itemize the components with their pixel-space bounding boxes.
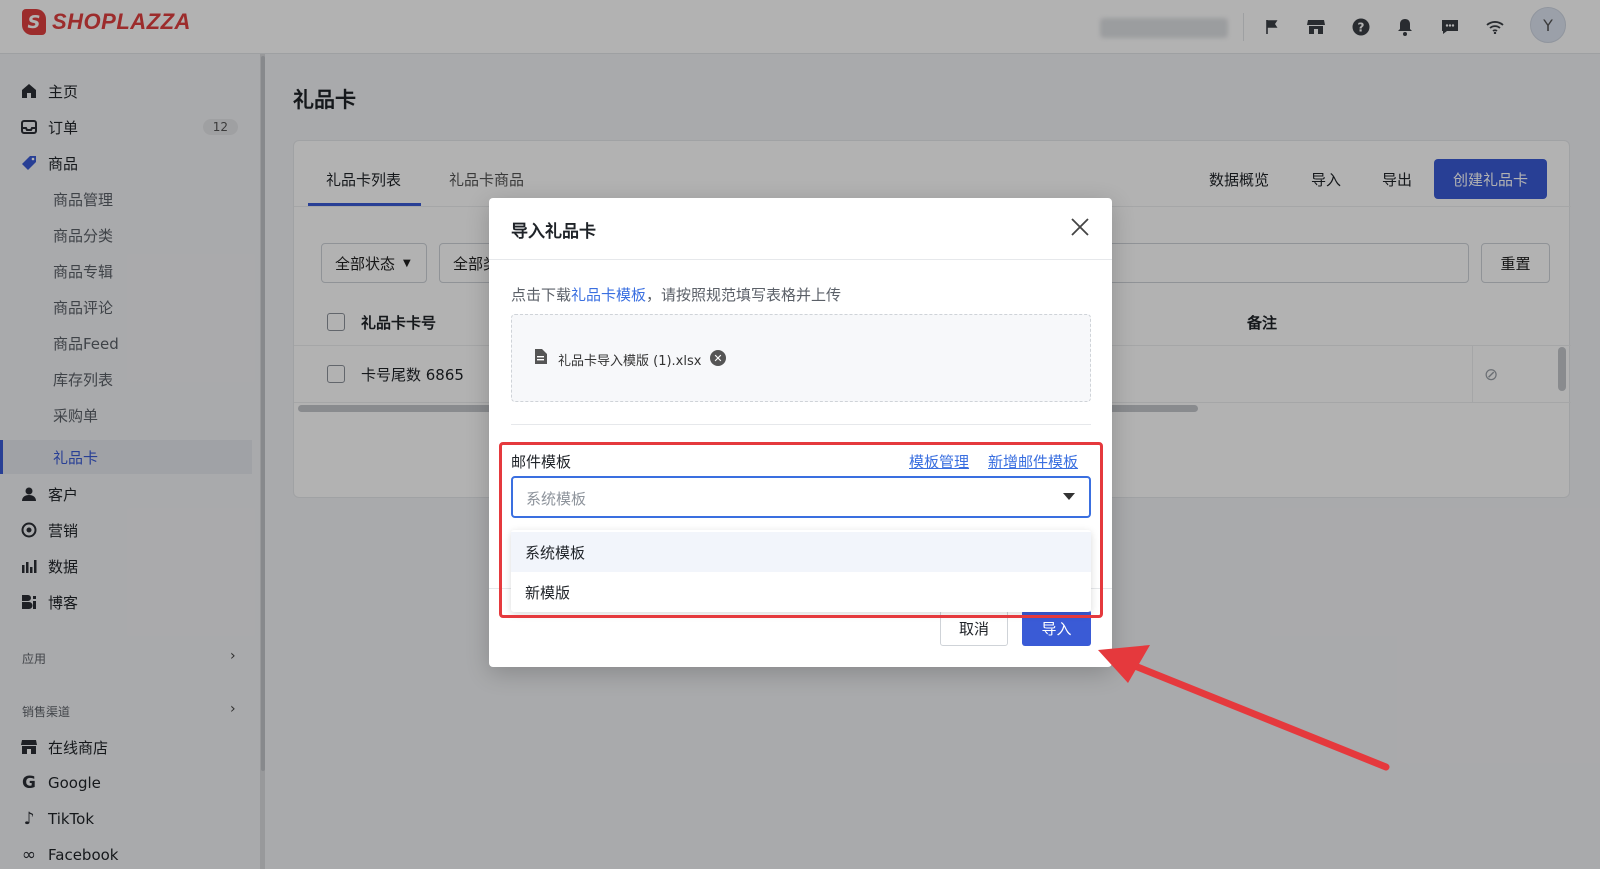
close-icon[interactable] xyxy=(1066,213,1094,241)
annotation-highlight-box xyxy=(499,442,1103,618)
hint-suffix: ，请按照规范填写表格并上传 xyxy=(646,286,842,304)
file-upload-dropzone[interactable]: 礼品卡导入模版 (1).xlsx ✕ xyxy=(511,314,1091,402)
download-hint: 点击下载礼品卡模板，请按照规范填写表格并上传 xyxy=(511,284,841,305)
import-gift-card-dialog: 导入礼品卡 点击下载礼品卡模板，请按照规范填写表格并上传 礼品卡导入模版 (1)… xyxy=(489,198,1112,667)
dialog-header-divider xyxy=(489,259,1112,260)
hint-prefix: 点击下载 xyxy=(511,286,572,304)
dialog-title: 导入礼品卡 xyxy=(511,222,596,242)
remove-file-icon[interactable]: ✕ xyxy=(710,350,726,366)
section-divider xyxy=(511,424,1091,425)
uploaded-file-name: 礼品卡导入模版 (1).xlsx xyxy=(558,354,702,369)
file-icon xyxy=(534,349,547,368)
template-download-link[interactable]: 礼品卡模板 xyxy=(571,286,646,304)
